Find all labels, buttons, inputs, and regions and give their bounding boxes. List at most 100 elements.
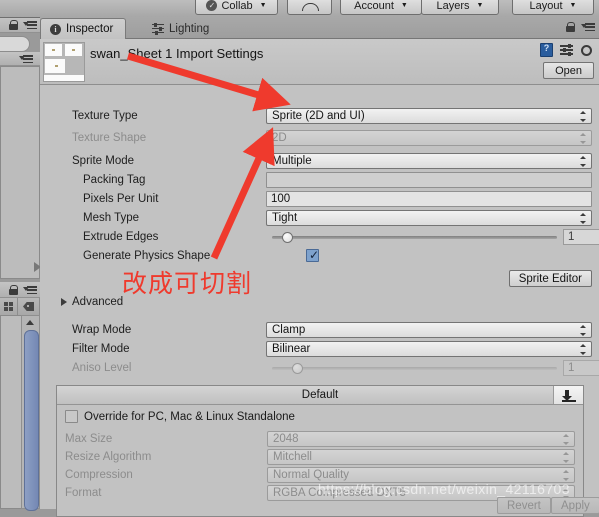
label-compression: Compression (65, 469, 133, 481)
lighting-sliders-icon (152, 22, 164, 35)
cloud-icon (302, 1, 319, 11)
gear-icon[interactable] (580, 44, 593, 57)
packing-tag-input[interactable] (266, 172, 592, 188)
toolbar-button-cloud[interactable] (287, 0, 332, 15)
checkmark-icon: ✓ (309, 248, 320, 262)
chevron-updown-icon (563, 452, 570, 463)
preset-icon[interactable] (560, 43, 573, 56)
texture-type-dropdown[interactable]: Sprite (2D and UI) (266, 108, 592, 124)
advanced-foldout[interactable]: Advanced (61, 296, 123, 308)
chevron-down-icon: ▼ (259, 2, 267, 9)
hierarchy-sub-menu-icon[interactable] (19, 55, 33, 64)
row-aniso-level: Aniso Level 1 (40, 359, 599, 378)
inspector-window: i Inspector Lighting swan_Sheet 1 Import… (40, 17, 599, 517)
watermark: https://blog.csdn.net/weixin_42116703 (318, 481, 570, 497)
inspector-lock-icon[interactable] (566, 22, 575, 32)
slider-thumb (292, 363, 303, 374)
aniso-level-value: 1 (568, 362, 575, 374)
asset-thumbnail (43, 42, 85, 82)
inspector-asset-header: swan_Sheet 1 Import Settings Open (40, 39, 599, 85)
texture-type-value: Sprite (2D and UI) (272, 110, 365, 122)
chevron-updown-icon (580, 133, 587, 144)
platform-tab-default[interactable]: Default (57, 389, 583, 401)
pixels-per-unit-input[interactable]: 100 (266, 191, 592, 207)
chevron-updown-icon (580, 344, 587, 355)
annotation-text: 改成可切割 (122, 269, 253, 298)
tab-lighting-label: Lighting (169, 22, 210, 35)
project-tab-grid[interactable] (0, 298, 18, 315)
row-max-size: Max Size 2048 (57, 430, 583, 449)
chevron-updown-icon (580, 213, 587, 224)
row-extrude-edges: Extrude Edges 1 (40, 228, 599, 247)
hierarchy-search-input[interactable] (0, 36, 30, 52)
toolbar-button-account[interactable]: Account ▼ (340, 0, 422, 15)
chevron-down-icon: ▼ (400, 2, 408, 9)
unity-toolbar: ✓ Collab ▼ Account ▼ Layers ▼ Layout ▼ (0, 0, 599, 18)
resize-algorithm-value: Mitchell (273, 451, 312, 463)
extrude-edges-slider[interactable] (272, 229, 557, 245)
advanced-foldout-label: Advanced (72, 296, 124, 308)
row-texture-shape: Texture Shape 2D (40, 129, 599, 148)
toolbar-label-layout: Layout (529, 0, 563, 12)
extrude-edges-value: 1 (568, 231, 575, 243)
mesh-type-dropdown[interactable]: Tight (266, 210, 592, 226)
row-filter-mode: Filter Mode Bilinear (40, 340, 599, 359)
scroll-up-arrow-icon[interactable] (26, 320, 34, 325)
label-pixels-per-unit: Pixels Per Unit (83, 193, 159, 205)
chevron-updown-icon (563, 434, 570, 445)
max-size-dropdown: 2048 (267, 431, 575, 447)
tab-inspector[interactable]: i Inspector (40, 18, 127, 39)
project-panel-header (0, 282, 40, 298)
toolbar-button-collab[interactable]: ✓ Collab ▼ (195, 0, 278, 15)
label-filter-mode: Filter Mode (72, 343, 130, 355)
wrap-mode-dropdown[interactable]: Clamp (266, 322, 592, 338)
wrap-mode-value: Clamp (272, 324, 306, 336)
label-resize-algorithm: Resize Algorithm (65, 451, 152, 463)
download-button[interactable] (553, 386, 583, 404)
label-format: Format (65, 487, 102, 499)
revert-button[interactable]: Revert (497, 497, 551, 514)
project-menu-icon[interactable] (23, 286, 37, 295)
resize-algorithm-dropdown: Mitchell (267, 449, 575, 465)
project-scrollbar-thumb[interactable] (24, 330, 39, 511)
toolbar-label-collab: Collab (221, 0, 253, 12)
hierarchy-panel-body[interactable] (0, 66, 40, 279)
help-book-icon[interactable] (540, 43, 553, 57)
lock-icon[interactable] (9, 20, 18, 30)
inspector-menu-icon[interactable] (581, 23, 595, 32)
pixels-per-unit-value: 100 (271, 193, 291, 205)
label-max-size: Max Size (65, 433, 113, 445)
chevron-updown-icon (580, 156, 587, 167)
generate-physics-shape-checkbox[interactable]: ✓ (306, 249, 319, 262)
chevron-down-icon: ▼ (569, 2, 577, 9)
row-pixels-per-unit: Pixels Per Unit 100 (40, 190, 599, 209)
row-texture-type: Texture Type Sprite (2D and UI) (40, 107, 599, 126)
row-packing-tag: Packing Tag (40, 171, 599, 190)
tag-icon (23, 302, 34, 311)
project-tab-labels[interactable] (18, 298, 40, 315)
toolbar-button-layout[interactable]: Layout ▼ (512, 0, 594, 15)
row-mesh-type: Mesh Type Tight (40, 209, 599, 228)
tab-lighting[interactable]: Lighting (143, 18, 221, 39)
override-checkbox[interactable] (65, 410, 78, 423)
apply-button[interactable]: Apply (551, 497, 599, 514)
filter-mode-dropdown[interactable]: Bilinear (266, 341, 592, 357)
sprite-mode-dropdown[interactable]: Multiple (266, 153, 592, 169)
extrude-edges-value-input[interactable]: 1 (563, 229, 599, 245)
platform-tabbar[interactable]: Default (57, 386, 583, 405)
toolbar-button-layers[interactable]: Layers ▼ (421, 0, 499, 15)
row-resize-algorithm: Resize Algorithm Mitchell (57, 448, 583, 467)
label-extrude-edges: Extrude Edges (83, 231, 159, 243)
project-lock-icon[interactable] (9, 285, 18, 295)
inspector-header-icons (540, 43, 593, 57)
max-size-value: 2048 (273, 433, 299, 445)
info-circle-icon: i (50, 23, 61, 35)
slider-thumb[interactable] (282, 232, 293, 243)
collab-check-icon: ✓ (206, 0, 218, 11)
chevron-updown-icon (563, 470, 570, 481)
label-aniso-level: Aniso Level (72, 362, 132, 374)
open-button[interactable]: Open (543, 62, 594, 79)
compression-value: Normal Quality (273, 469, 350, 481)
hierarchy-menu-icon[interactable] (23, 21, 37, 30)
sprite-editor-button[interactable]: Sprite Editor (508, 270, 592, 287)
